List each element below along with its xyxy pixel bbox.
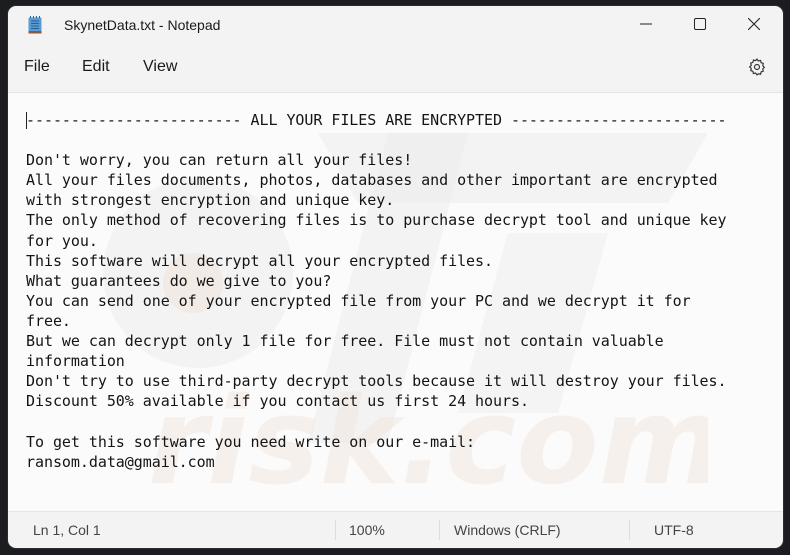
- zoom-level: 100%: [349, 522, 385, 538]
- status-divider: [439, 520, 440, 540]
- minimize-icon: [640, 23, 652, 25]
- document-text[interactable]: ------------------------ ALL YOUR FILES …: [26, 110, 727, 472]
- title-bar[interactable]: SkynetData.txt - Notepad: [8, 6, 783, 44]
- menu-view[interactable]: View: [143, 58, 177, 76]
- menu-bar: File Edit View: [8, 48, 783, 88]
- status-divider: [629, 520, 630, 540]
- encoding: UTF-8: [654, 522, 694, 538]
- text-editor[interactable]: risk.com ------------------------ ALL YO…: [8, 92, 783, 512]
- notepad-icon: [28, 16, 42, 34]
- settings-button[interactable]: [745, 55, 769, 79]
- maximize-button[interactable]: [677, 6, 723, 42]
- notepad-window: SkynetData.txt - Notepad File Edit View: [8, 6, 783, 548]
- status-divider: [335, 520, 336, 540]
- line-ending: Windows (CRLF): [454, 522, 561, 538]
- maximize-icon: [694, 18, 706, 30]
- window-title: SkynetData.txt - Notepad: [64, 17, 221, 33]
- close-button[interactable]: [731, 6, 777, 42]
- status-bar: Ln 1, Col 1 100% Windows (CRLF) UTF-8: [8, 512, 783, 548]
- menu-edit[interactable]: Edit: [82, 58, 110, 76]
- cursor-position: Ln 1, Col 1: [33, 522, 101, 538]
- menu-file[interactable]: File: [24, 58, 50, 76]
- close-icon: [748, 18, 760, 30]
- gear-icon: [748, 58, 766, 76]
- minimize-button[interactable]: [623, 6, 669, 42]
